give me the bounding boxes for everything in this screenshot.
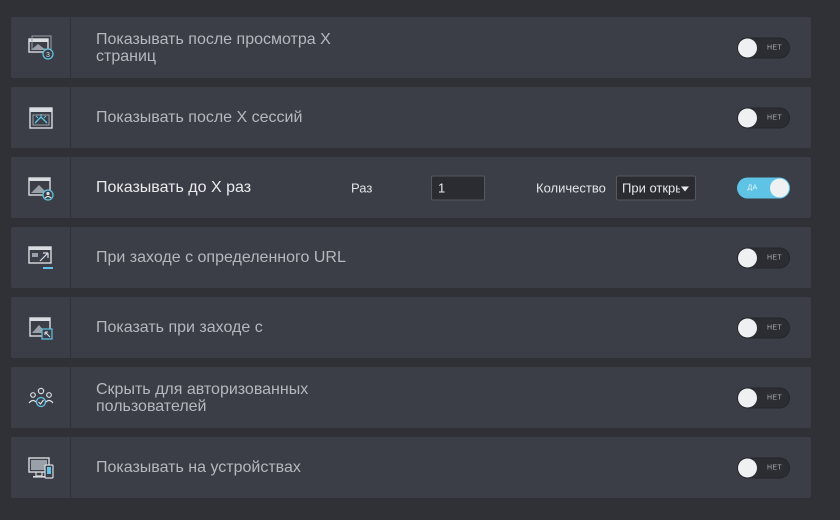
toggle-knob: [770, 178, 789, 197]
pages-icon-cell: 3: [11, 17, 71, 78]
times-label: Раз: [351, 180, 373, 195]
setting-row-from-url: При заходе с определенного URL НЕТ: [11, 227, 811, 288]
toggle-referrer[interactable]: НЕТ: [737, 317, 790, 338]
toggle-text: НЕТ: [767, 464, 782, 471]
toggle-text: НЕТ: [767, 324, 782, 331]
svg-text:3: 3: [46, 52, 50, 59]
toggle-knob: [738, 248, 757, 267]
setting-label: При заходе с определенного URL: [96, 249, 346, 266]
toggle-text: НЕТ: [767, 114, 782, 121]
user-window-icon: [27, 176, 54, 201]
setting-row-after-sessions: Показывать после X сессий НЕТ: [11, 87, 811, 148]
devices-icon: [27, 456, 54, 479]
setting-label: Показать при заходе с: [96, 319, 263, 336]
toggle-text: НЕТ: [767, 394, 782, 401]
setting-label: Показывать до X раз: [96, 179, 252, 196]
setting-row-hide-authorized: Скрыть для авторизованных пользователей …: [11, 367, 811, 428]
toggle-knob: [738, 38, 757, 57]
sessions-icon: [28, 106, 53, 129]
pages-icon: 3: [27, 35, 54, 60]
quantity-select[interactable]: При откры: [616, 175, 696, 200]
setting-label: Показывать на устройствах: [96, 459, 301, 476]
toggle-max-times[interactable]: ДА: [737, 177, 790, 198]
setting-label: Показывать после просмотра X страниц: [96, 30, 331, 65]
users-icon-cell: [11, 367, 71, 428]
toggle-after-sessions[interactable]: НЕТ: [737, 107, 790, 128]
toggle-text: НЕТ: [767, 44, 782, 51]
setting-label: Показывать после X сессий: [96, 109, 303, 126]
toggle-after-pages[interactable]: НЕТ: [737, 37, 790, 58]
user-window-icon-cell: [11, 157, 71, 218]
setting-row-max-times: Показывать до X раз Раз Количество При о…: [11, 157, 811, 218]
quantity-label: Количество: [536, 180, 606, 195]
toggle-hide-authorized[interactable]: НЕТ: [737, 387, 790, 408]
toggle-text: ДА: [747, 184, 758, 191]
setting-row-after-pages: 3 Показывать после просмотра X страниц Н…: [11, 17, 811, 78]
scrollbar[interactable]: [828, 0, 840, 520]
setting-row-devices: Показывать на устройствах НЕТ: [11, 437, 811, 498]
sessions-icon-cell: [11, 87, 71, 148]
users-icon: [28, 387, 53, 407]
devices-icon-cell: [11, 437, 71, 498]
toggle-text: НЕТ: [767, 254, 782, 261]
toggle-devices[interactable]: НЕТ: [737, 457, 790, 478]
settings-list: 3 Показывать после просмотра X страниц Н…: [11, 17, 811, 507]
referrer-icon: [28, 316, 53, 340]
setting-row-referrer: Показать при заходе с НЕТ: [11, 297, 811, 358]
chevron-down-icon: [681, 186, 689, 191]
setting-label: Скрыть для авторизованных пользователей: [96, 380, 309, 415]
url-icon: [27, 245, 53, 269]
url-icon-cell: [11, 227, 71, 288]
toggle-from-url[interactable]: НЕТ: [737, 247, 790, 268]
referrer-icon-cell: [11, 297, 71, 358]
toggle-knob: [738, 318, 757, 337]
toggle-knob: [738, 458, 757, 477]
toggle-knob: [738, 388, 757, 407]
times-input[interactable]: [431, 175, 485, 200]
quantity-select-value: При откры: [622, 180, 680, 195]
toggle-knob: [738, 108, 757, 127]
